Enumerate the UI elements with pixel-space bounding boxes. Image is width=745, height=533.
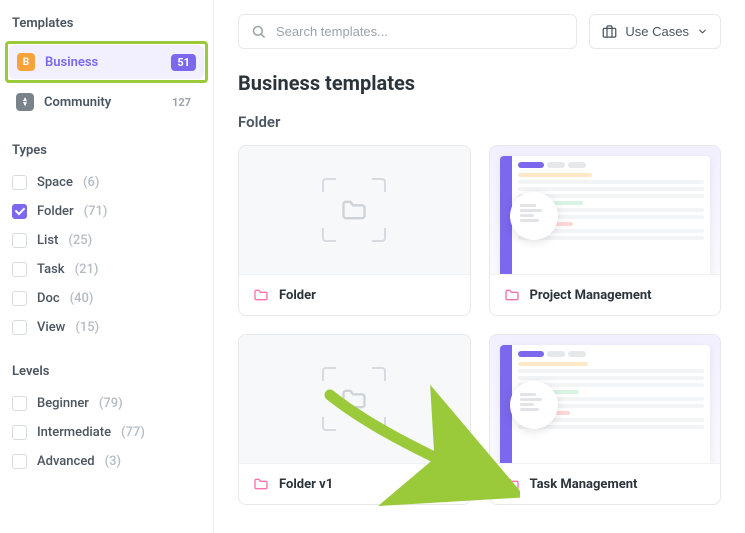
filter-count: (3) <box>105 454 121 469</box>
filter-label: Folder <box>37 204 74 219</box>
card-footer: Task Management <box>490 463 721 504</box>
filter-count: (40) <box>70 291 94 306</box>
folder-outline-icon <box>340 385 368 413</box>
main-content: Use Cases Business templates Folder Fold… <box>214 0 745 533</box>
highlight-annotation: B Business 51 <box>5 41 208 83</box>
types-section-title: Types <box>8 135 205 168</box>
sidebar: Templates B Business 51 ▴▾ Community 127… <box>0 0 214 533</box>
card-preview <box>490 335 721 463</box>
filter-count: (6) <box>83 175 99 190</box>
card-name: Folder <box>279 288 316 303</box>
filter-doc[interactable]: Doc (40) <box>8 284 205 313</box>
folder-icon <box>504 287 520 303</box>
card-name: Project Management <box>530 288 652 303</box>
template-card-project-management[interactable]: Project Management <box>489 145 722 316</box>
card-footer: Folder <box>239 274 470 315</box>
checkbox-icon[interactable] <box>12 396 27 411</box>
filter-list[interactable]: List (25) <box>8 226 205 255</box>
filter-count: (71) <box>84 204 108 219</box>
sidebar-item-count: 127 <box>166 94 197 111</box>
sidebar-item-label: Business <box>45 55 161 70</box>
chevron-down-icon <box>697 26 708 37</box>
template-cards-grid: Folder <box>238 145 721 505</box>
topbar: Use Cases <box>238 14 721 49</box>
sort-icon: ▴▾ <box>16 93 34 111</box>
filter-label: Advanced <box>37 454 95 469</box>
filter-view[interactable]: View (15) <box>8 313 205 342</box>
checkbox-icon[interactable] <box>12 320 27 335</box>
checkbox-icon[interactable] <box>12 204 27 219</box>
sidebar-item-community[interactable]: ▴▾ Community 127 <box>8 85 205 119</box>
filter-beginner[interactable]: Beginner (79) <box>8 389 205 418</box>
search-input[interactable] <box>276 24 564 39</box>
page-title: Business templates <box>238 71 721 95</box>
template-card-folder[interactable]: Folder <box>238 145 471 316</box>
placeholder-frame-icon <box>322 367 386 431</box>
folder-outline-icon <box>340 196 368 224</box>
folder-icon <box>253 287 269 303</box>
card-preview <box>239 335 470 463</box>
section-label: Folder <box>238 113 721 131</box>
folder-icon <box>504 476 520 492</box>
checkbox-icon[interactable] <box>12 291 27 306</box>
placeholder-frame-icon <box>322 178 386 242</box>
sidebar-item-business[interactable]: B Business 51 <box>9 45 204 79</box>
business-icon: B <box>17 53 35 71</box>
search-icon <box>251 24 266 39</box>
folder-icon <box>253 476 269 492</box>
mini-screenshot <box>500 156 711 274</box>
mini-screenshot <box>500 345 711 463</box>
card-footer: Folder v1 <box>239 463 470 504</box>
checkbox-icon[interactable] <box>12 454 27 469</box>
filter-count: (77) <box>121 425 145 440</box>
card-preview <box>490 146 721 274</box>
filter-count: (79) <box>99 396 123 411</box>
briefcase-icon <box>602 24 617 39</box>
template-card-task-management[interactable]: Task Management <box>489 334 722 505</box>
search-input-wrapper[interactable] <box>238 14 577 49</box>
card-preview <box>239 146 470 274</box>
filter-task[interactable]: Task (21) <box>8 255 205 284</box>
filter-label: List <box>37 233 58 248</box>
sidebar-item-label: Community <box>44 95 156 110</box>
checkbox-icon[interactable] <box>12 175 27 190</box>
filter-intermediate[interactable]: Intermediate (77) <box>8 418 205 447</box>
filter-advanced[interactable]: Advanced (3) <box>8 447 205 476</box>
filter-label: View <box>37 320 65 335</box>
filter-label: Task <box>37 262 65 277</box>
filter-label: Space <box>37 175 73 190</box>
use-cases-button[interactable]: Use Cases <box>589 14 721 49</box>
card-footer: Project Management <box>490 274 721 315</box>
filter-count: (15) <box>75 320 99 335</box>
filter-folder[interactable]: Folder (71) <box>8 197 205 226</box>
checkbox-icon[interactable] <box>12 262 27 277</box>
filter-label: Intermediate <box>37 425 111 440</box>
filter-label: Beginner <box>37 396 89 411</box>
use-cases-label: Use Cases <box>625 24 689 39</box>
checkbox-icon[interactable] <box>12 233 27 248</box>
sidebar-item-count: 51 <box>171 54 196 71</box>
filter-label: Doc <box>37 291 60 306</box>
filter-space[interactable]: Space (6) <box>8 168 205 197</box>
templates-section-title: Templates <box>8 8 205 41</box>
card-name: Task Management <box>530 477 638 492</box>
levels-section-title: Levels <box>8 356 205 389</box>
filter-count: (25) <box>68 233 92 248</box>
template-card-folder-v1[interactable]: Folder v1 <box>238 334 471 505</box>
filter-count: (21) <box>75 262 99 277</box>
card-name: Folder v1 <box>279 477 333 492</box>
checkbox-icon[interactable] <box>12 425 27 440</box>
